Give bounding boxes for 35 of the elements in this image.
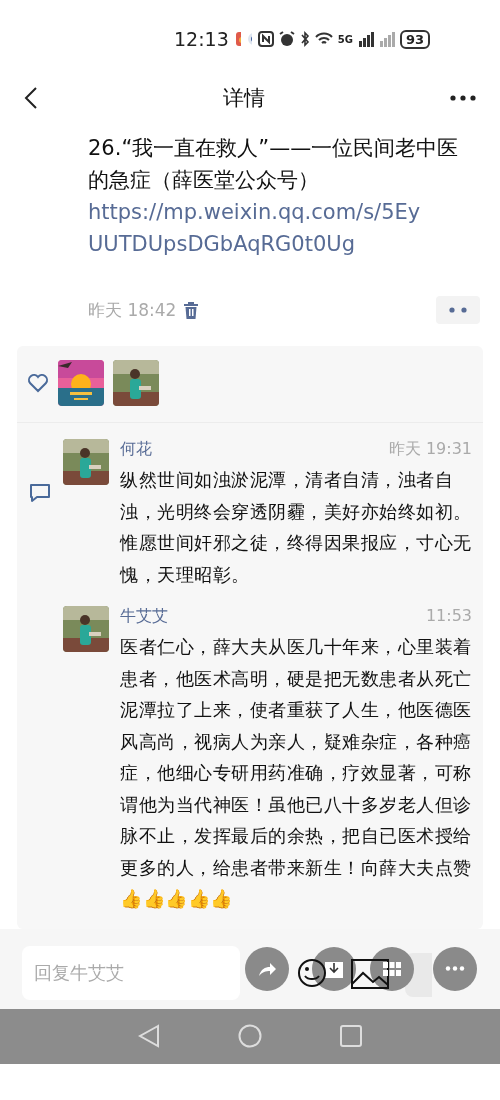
more-icon <box>449 307 467 313</box>
more-icon[interactable] <box>450 95 476 101</box>
nfc-icon <box>257 31 274 47</box>
page-title: 详情 <box>222 85 266 112</box>
share-button[interactable] <box>245 946 289 991</box>
comment-time: 昨天 19:31 <box>388 439 473 460</box>
more-button[interactable] <box>436 296 480 324</box>
emoji-icon[interactable] <box>296 956 328 989</box>
more-button[interactable] <box>433 946 477 991</box>
post-time: 昨天 18:42 <box>88 298 177 322</box>
image-icon[interactable] <box>351 958 389 989</box>
bluetooth-icon <box>299 31 310 47</box>
comment-text: 纵然世间如浊淤泥潭，清者自清，浊者自浊，光明终会穿透阴霾，美好亦始终如初。惟愿世间奸邪之徒，终得因果报应，寸心无愧，天理昭彰。 <box>120 468 473 587</box>
back-icon[interactable] <box>24 86 38 110</box>
status-time: 12:13 <box>174 28 229 50</box>
signal-icon <box>378 31 395 47</box>
signal-icon <box>357 31 374 47</box>
comment-time: 11:53 <box>425 606 473 627</box>
more-icon <box>445 966 465 971</box>
commenter-name[interactable]: 牛艾艾 <box>120 606 168 627</box>
grid-icon <box>383 961 401 976</box>
comment-text: 医者仁心，薛大夫从医几十年来，心里装着患者，他医术高明，硬是把无数患者从死亡泥潭拉了上来，使者重获了人生，他医德医风高尚，视病人为亲人，疑难杂症，各种癌症，他细心专研用药准确，疗效显著，可称谓他为当代神医！虽他已八十多岁老人但诊脉不止，发挥最后的余热，把自已医术授给更多的人，给患者带来新生！向薛大夫点赞👍👍👍👍👍 <box>120 635 473 911</box>
heart-icon <box>27 373 49 393</box>
comment-icon <box>29 483 51 503</box>
commenter-name[interactable]: 何花 <box>120 439 152 460</box>
reply-field[interactable]: 回复牛艾艾 <box>22 945 240 1000</box>
alarm-icon <box>278 31 295 47</box>
download-button[interactable] <box>312 946 356 991</box>
trash-icon[interactable] <box>184 301 199 319</box>
post-text: 26.“我一直在救人”——一位民间老中医的急症（薛医堂公众号） <box>88 136 459 192</box>
app-icon <box>246 32 252 46</box>
network-type: 5G <box>337 33 353 45</box>
article-link[interactable]: https://mp.weixin.qq.com/s/5EyUUTDUpsDGbAqRG0t0Ug <box>88 196 428 260</box>
wifi-icon <box>314 31 333 47</box>
battery-level: 93 <box>399 29 430 49</box>
